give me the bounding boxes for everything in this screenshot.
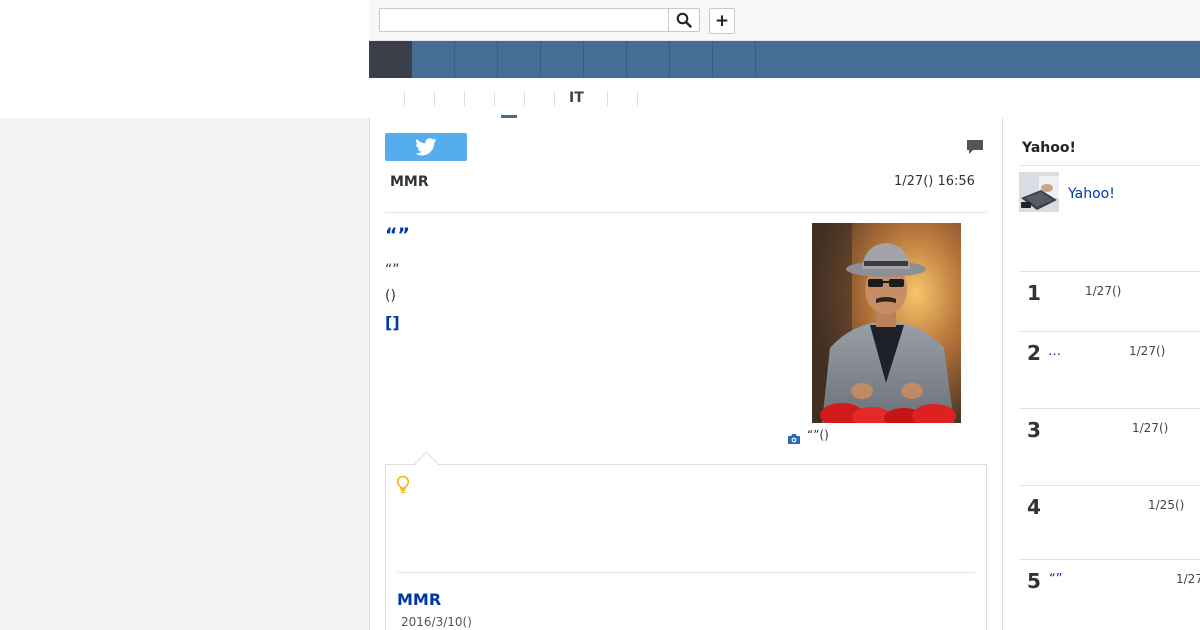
article-source[interactable]: MMR — [390, 174, 429, 190]
nav-item[interactable] — [584, 41, 626, 78]
search-icon — [676, 12, 692, 28]
subnav-item-it[interactable]: IT — [569, 90, 584, 106]
lightbulb-icon — [396, 475, 410, 498]
divider — [1019, 408, 1200, 409]
subnav-divider — [464, 92, 465, 106]
divider — [1019, 271, 1200, 272]
search-button[interactable] — [668, 8, 700, 32]
subnav-divider — [404, 92, 405, 106]
nav-item[interactable] — [627, 41, 669, 78]
nav-item[interactable] — [412, 41, 454, 78]
nav-item[interactable] — [455, 41, 497, 78]
sidebar-feature-link[interactable]: Yahoo! — [1068, 186, 1115, 202]
subnav-divider — [637, 92, 638, 106]
ranking-number: 1 — [1027, 281, 1041, 305]
nav-item[interactable] — [713, 41, 755, 78]
sidebar-title: Yahoo! — [1022, 140, 1076, 156]
article-headline[interactable]: “” — [385, 224, 410, 246]
add-button[interactable]: + — [709, 8, 735, 34]
ranking-date: 1/27() — [1085, 284, 1122, 298]
article-lead: “” — [385, 262, 400, 278]
photo-caption: “”() — [807, 428, 829, 442]
nav-divider — [755, 41, 756, 78]
ranking-date: 1/27 — [1176, 572, 1200, 586]
divider — [397, 572, 975, 573]
subnav-divider — [607, 92, 608, 106]
nav-item-home[interactable] — [369, 41, 412, 78]
related-date: 2016/3/10() — [401, 615, 472, 629]
subnav-divider — [554, 92, 555, 106]
ranking-number: 5 — [1027, 569, 1041, 593]
article-photo[interactable] — [812, 223, 961, 423]
ranking-title[interactable]: “” — [1049, 572, 1062, 587]
tweet-button[interactable] — [385, 133, 467, 161]
article-lead-source: () — [385, 288, 396, 304]
subnav-divider — [524, 92, 525, 106]
nav-item[interactable] — [498, 41, 540, 78]
ranking-date: 1/27() — [1129, 344, 1166, 358]
article-date: 1/27() 16:56 — [894, 174, 975, 189]
ranking-date: 1/25() — [1148, 498, 1185, 512]
divider — [1019, 165, 1200, 166]
search-input[interactable] — [379, 8, 668, 32]
divider — [385, 212, 987, 213]
divider — [1019, 559, 1200, 560]
ranking-number: 2 — [1027, 341, 1041, 365]
camera-icon — [787, 430, 801, 449]
related-source[interactable]: MMR — [397, 590, 441, 609]
read-more-link[interactable]: [] — [385, 313, 400, 332]
sidebar-thumbnail[interactable] — [1019, 172, 1059, 212]
divider — [1019, 331, 1200, 332]
ranking-date: 1/27() — [1132, 421, 1169, 435]
nav-item[interactable] — [670, 41, 712, 78]
related-box — [385, 464, 987, 630]
ranking-title[interactable]: … — [1048, 344, 1061, 359]
twitter-icon — [415, 138, 437, 156]
divider — [1019, 485, 1200, 486]
left-blank-area — [0, 0, 369, 118]
nav-item[interactable] — [541, 41, 583, 78]
ranking-number: 4 — [1027, 495, 1041, 519]
subnav-divider — [434, 92, 435, 106]
comment-icon[interactable] — [966, 139, 984, 160]
ranking-number: 3 — [1027, 418, 1041, 442]
subnav-divider — [494, 92, 495, 106]
